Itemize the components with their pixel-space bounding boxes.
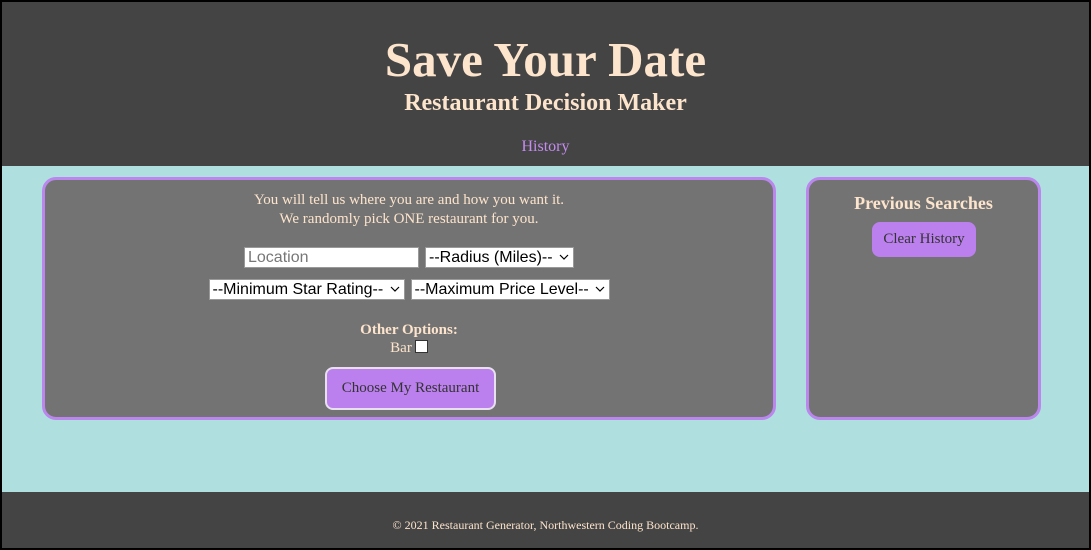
intro-text: You will tell us where you are and how y… — [45, 191, 773, 229]
chevron-down-icon — [559, 250, 569, 271]
intro-line-1: You will tell us where you are and how y… — [253, 192, 565, 208]
radius-select-value: --Radius (Miles)-- — [429, 249, 553, 266]
min-star-rating-select[interactable]: --Minimum Star Rating-- — [208, 279, 405, 303]
price-select-value: --Maximum Price Level-- — [414, 281, 589, 298]
chevron-down-icon — [390, 282, 400, 303]
copyright-text: © 2021 Restaurant Generator, Northwester… — [392, 518, 699, 532]
bar-option: Bar — [45, 339, 773, 357]
location-input[interactable] — [244, 247, 419, 268]
bar-label: Bar — [390, 340, 412, 356]
previous-searches-panel: Previous Searches Clear History — [806, 177, 1041, 420]
location-radius-row: --Radius (Miles)-- — [45, 247, 773, 268]
bar-checkbox[interactable] — [414, 340, 428, 353]
intro-line-2: We randomly pick ONE restaurant for you. — [279, 211, 539, 227]
chevron-down-icon — [595, 282, 605, 303]
site-title: Save Your Date — [384, 32, 707, 87]
site-footer: © 2021 Restaurant Generator, Northwester… — [2, 492, 1089, 548]
choose-restaurant-button[interactable]: Choose My Restaurant — [325, 367, 496, 410]
max-price-level-select[interactable]: --Maximum Price Level-- — [410, 279, 610, 303]
previous-searches-title: Previous Searches — [854, 193, 993, 213]
search-panel: You will tell us where you are and how y… — [42, 177, 776, 420]
rating-select-value: --Minimum Star Rating-- — [212, 281, 384, 298]
history-link[interactable]: History — [2, 137, 1089, 157]
rating-price-row: --Minimum Star Rating-- --Maximum Price … — [45, 279, 773, 300]
other-options-label: Other Options: — [360, 322, 458, 338]
clear-history-button[interactable]: Clear History — [872, 222, 976, 257]
radius-select[interactable]: --Radius (Miles)-- — [425, 247, 574, 268]
site-subtitle: Restaurant Decision Maker — [404, 90, 687, 116]
site-header: Save Your Date Restaurant Decision Maker… — [2, 2, 1089, 166]
